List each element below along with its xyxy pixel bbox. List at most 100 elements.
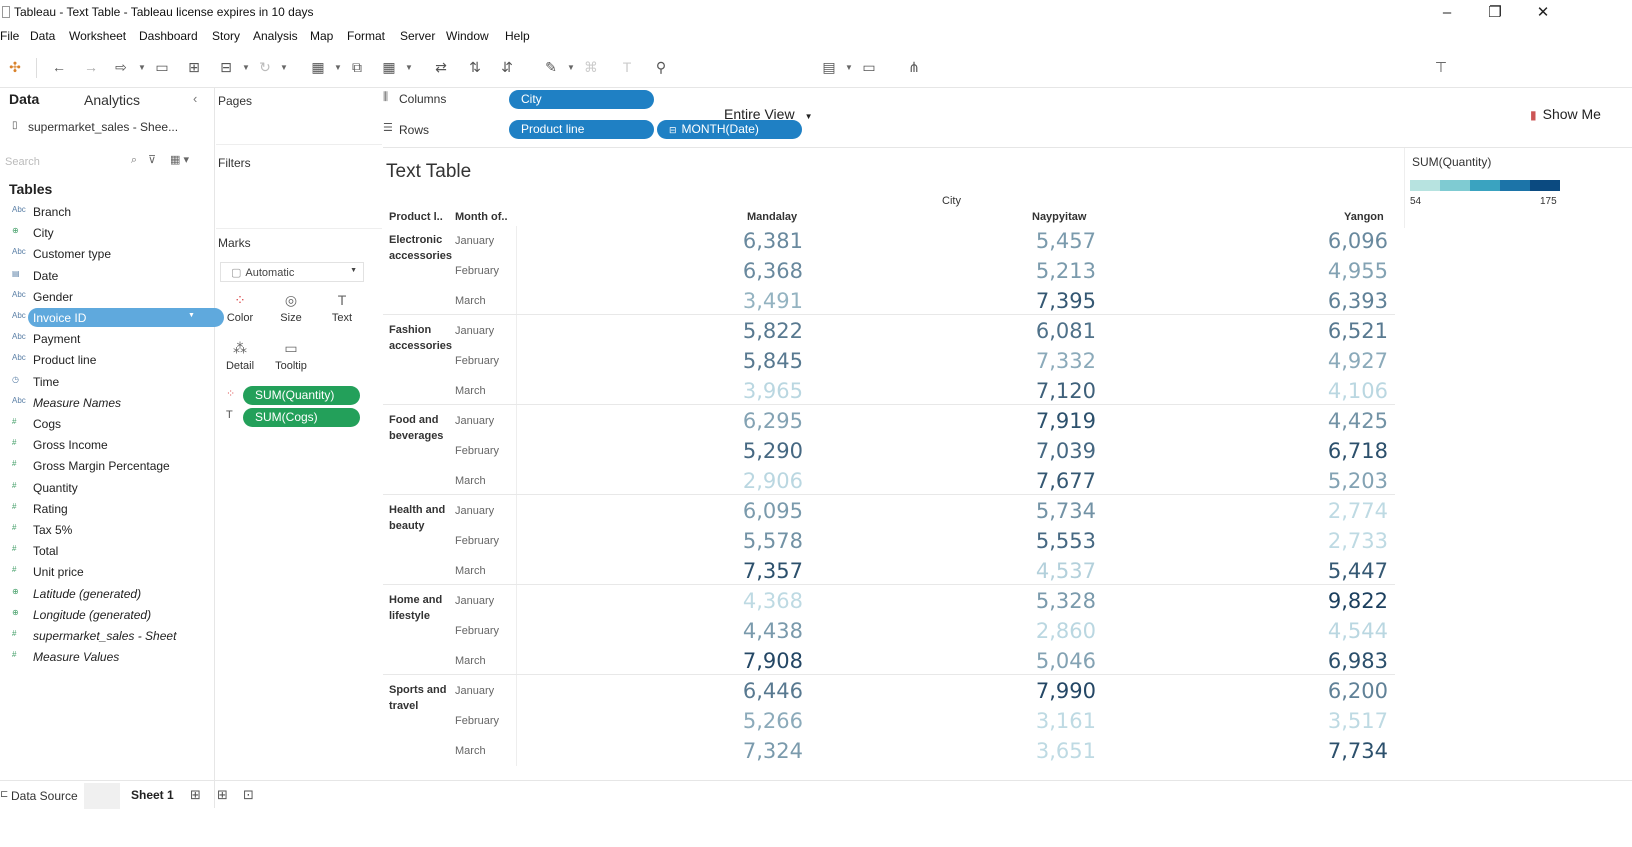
group-icon[interactable]: ⌘ bbox=[582, 58, 600, 76]
field-item[interactable]: # Rating bbox=[12, 498, 212, 520]
table-cell[interactable]: 3,517 bbox=[1298, 709, 1388, 733]
table-cell[interactable]: 7,357 bbox=[713, 559, 803, 583]
table-cell[interactable]: 6,096 bbox=[1298, 229, 1388, 253]
table-cell[interactable]: 3,161 bbox=[1006, 709, 1096, 733]
field-item[interactable]: ⊕ Longitude (generated) bbox=[12, 604, 212, 626]
color-button[interactable]: ⁘ Color bbox=[215, 292, 265, 324]
table-cell[interactable]: 5,328 bbox=[1006, 589, 1096, 613]
menu-help[interactable]: Help bbox=[505, 29, 530, 43]
fix-axes-icon[interactable]: ⚲ bbox=[652, 58, 670, 76]
menu-server[interactable]: Server bbox=[400, 29, 435, 43]
field-item[interactable]: Abc Payment bbox=[12, 328, 212, 350]
field-item[interactable]: # Unit price bbox=[12, 561, 212, 583]
column-header-yangon[interactable]: Yangon bbox=[1344, 211, 1384, 223]
row-header-month-value[interactable]: January bbox=[455, 595, 494, 607]
table-cell[interactable]: 5,457 bbox=[1006, 229, 1096, 253]
table-cell[interactable]: 5,213 bbox=[1006, 259, 1096, 283]
menu-map[interactable]: Map bbox=[310, 29, 333, 43]
table-cell[interactable]: 7,395 bbox=[1006, 289, 1096, 313]
table-cell[interactable]: 3,965 bbox=[713, 379, 803, 403]
search-field[interactable]: Search ⌕ bbox=[5, 154, 137, 170]
field-item[interactable]: ◷ Time bbox=[12, 371, 212, 393]
table-cell[interactable]: 6,081 bbox=[1006, 319, 1096, 343]
row-header-month-value[interactable]: March bbox=[455, 385, 486, 397]
table-cell[interactable]: 7,324 bbox=[713, 739, 803, 763]
share-icon[interactable]: ⋔ bbox=[905, 58, 923, 76]
row-header-month-value[interactable]: February bbox=[455, 355, 499, 367]
labels-icon[interactable]: T bbox=[618, 58, 636, 76]
pause-caret-icon[interactable]: ▼ bbox=[242, 63, 250, 72]
table-cell[interactable]: 6,718 bbox=[1298, 439, 1388, 463]
size-button[interactable]: ◎ Size bbox=[266, 292, 316, 324]
field-item[interactable]: # Quantity bbox=[12, 477, 212, 499]
table-cell[interactable]: 2,733 bbox=[1298, 529, 1388, 553]
table-cell[interactable]: 6,393 bbox=[1298, 289, 1388, 313]
field-item[interactable]: # Gross Margin Percentage bbox=[12, 455, 212, 477]
row-header-month-value[interactable]: January bbox=[455, 505, 494, 517]
menu-window[interactable]: Window bbox=[446, 29, 489, 43]
sort-descending-icon[interactable]: ⇵ bbox=[498, 58, 516, 76]
columns-pill-city[interactable]: City bbox=[509, 90, 654, 109]
legend-title[interactable]: SUM(Quantity) bbox=[1412, 155, 1491, 169]
datasource-name[interactable]: supermarket_sales - Shee... bbox=[28, 120, 178, 134]
restore-button[interactable]: ❐ bbox=[1472, 2, 1518, 24]
field-item[interactable]: Abc Gender bbox=[12, 286, 212, 308]
detail-button[interactable]: ⁂ Detail bbox=[215, 340, 265, 372]
table-cell[interactable]: 9,822 bbox=[1298, 589, 1388, 613]
row-header-product-line-value[interactable]: Electronic accessories bbox=[389, 232, 454, 264]
field-item[interactable]: ▼ Abc Invoice ID bbox=[12, 307, 224, 329]
new-dashboard-tab-icon[interactable]: ⊞ bbox=[217, 787, 228, 803]
show-cards-icon[interactable]: ▤ bbox=[820, 58, 838, 76]
table-cell[interactable]: 4,955 bbox=[1298, 259, 1388, 283]
table-cell[interactable]: 7,734 bbox=[1298, 739, 1388, 763]
collapse-pane-icon[interactable]: ‹ bbox=[193, 91, 197, 106]
tooltip-button[interactable]: ▭ Tooltip bbox=[266, 340, 316, 372]
menu-data[interactable]: Data bbox=[30, 29, 55, 43]
table-cell[interactable]: 5,203 bbox=[1298, 469, 1388, 493]
minimize-button[interactable]: – bbox=[1424, 2, 1470, 24]
row-header-month-value[interactable]: March bbox=[455, 295, 486, 307]
table-cell[interactable]: 4,368 bbox=[713, 589, 803, 613]
refresh-icon[interactable]: ↻ bbox=[256, 58, 274, 76]
table-cell[interactable]: 6,446 bbox=[713, 679, 803, 703]
duplicate-sheet-icon[interactable]: ⧉ bbox=[348, 58, 366, 76]
filter-fields-icon[interactable]: ⊽ bbox=[148, 153, 156, 166]
rows-pill-month-date[interactable]: ⊟ MONTH(Date) bbox=[657, 120, 802, 139]
field-item[interactable]: Abc Measure Names bbox=[12, 392, 212, 414]
row-header-month-value[interactable]: March bbox=[455, 745, 486, 757]
row-header-product-line[interactable]: Product l.. bbox=[389, 211, 443, 223]
row-header-month-value[interactable]: January bbox=[455, 415, 494, 427]
save-icon[interactable]: ▭ bbox=[153, 58, 171, 76]
row-header-month-value[interactable]: February bbox=[455, 715, 499, 727]
row-header-month-value[interactable]: January bbox=[455, 325, 494, 337]
highlight-icon[interactable]: ✎ bbox=[542, 58, 560, 76]
pill-sum-cogs[interactable]: SUM(Cogs) bbox=[243, 408, 360, 427]
field-item[interactable]: # Gross Income bbox=[12, 434, 212, 456]
tab-data[interactable]: Data bbox=[9, 91, 39, 107]
menu-format[interactable]: Format bbox=[347, 29, 385, 43]
menu-story[interactable]: Story bbox=[212, 29, 240, 43]
row-header-product-line-value[interactable]: Home and lifestyle bbox=[389, 592, 454, 624]
field-item[interactable]: Abc Customer type bbox=[12, 243, 212, 265]
table-cell[interactable]: 5,734 bbox=[1006, 499, 1096, 523]
menu-dashboard[interactable]: Dashboard bbox=[139, 29, 198, 43]
table-cell[interactable]: 6,095 bbox=[713, 499, 803, 523]
table-cell[interactable]: 4,544 bbox=[1298, 619, 1388, 643]
menu-file[interactable]: File bbox=[0, 29, 19, 43]
pause-updates-icon[interactable]: ⊟ bbox=[217, 58, 235, 76]
clear-caret-icon[interactable]: ▼ bbox=[405, 63, 413, 72]
row-header-month-value[interactable]: January bbox=[455, 235, 494, 247]
table-cell[interactable]: 2,906 bbox=[713, 469, 803, 493]
mark-type-dropdown[interactable]: ▢ Automatic ▼ bbox=[220, 262, 364, 282]
table-cell[interactable]: 5,822 bbox=[713, 319, 803, 343]
table-cell[interactable]: 6,368 bbox=[713, 259, 803, 283]
view-data-icon[interactable]: ▦ ▾ bbox=[170, 153, 189, 166]
refresh-caret-icon[interactable]: ▼ bbox=[280, 63, 288, 72]
row-header-month-value[interactable]: March bbox=[455, 655, 486, 667]
table-cell[interactable]: 5,447 bbox=[1298, 559, 1388, 583]
field-item[interactable]: ▤ Date bbox=[12, 265, 212, 287]
table-cell[interactable]: 6,381 bbox=[713, 229, 803, 253]
table-cell[interactable]: 3,651 bbox=[1006, 739, 1096, 763]
table-cell[interactable]: 6,521 bbox=[1298, 319, 1388, 343]
row-header-month-value[interactable]: February bbox=[455, 625, 499, 637]
